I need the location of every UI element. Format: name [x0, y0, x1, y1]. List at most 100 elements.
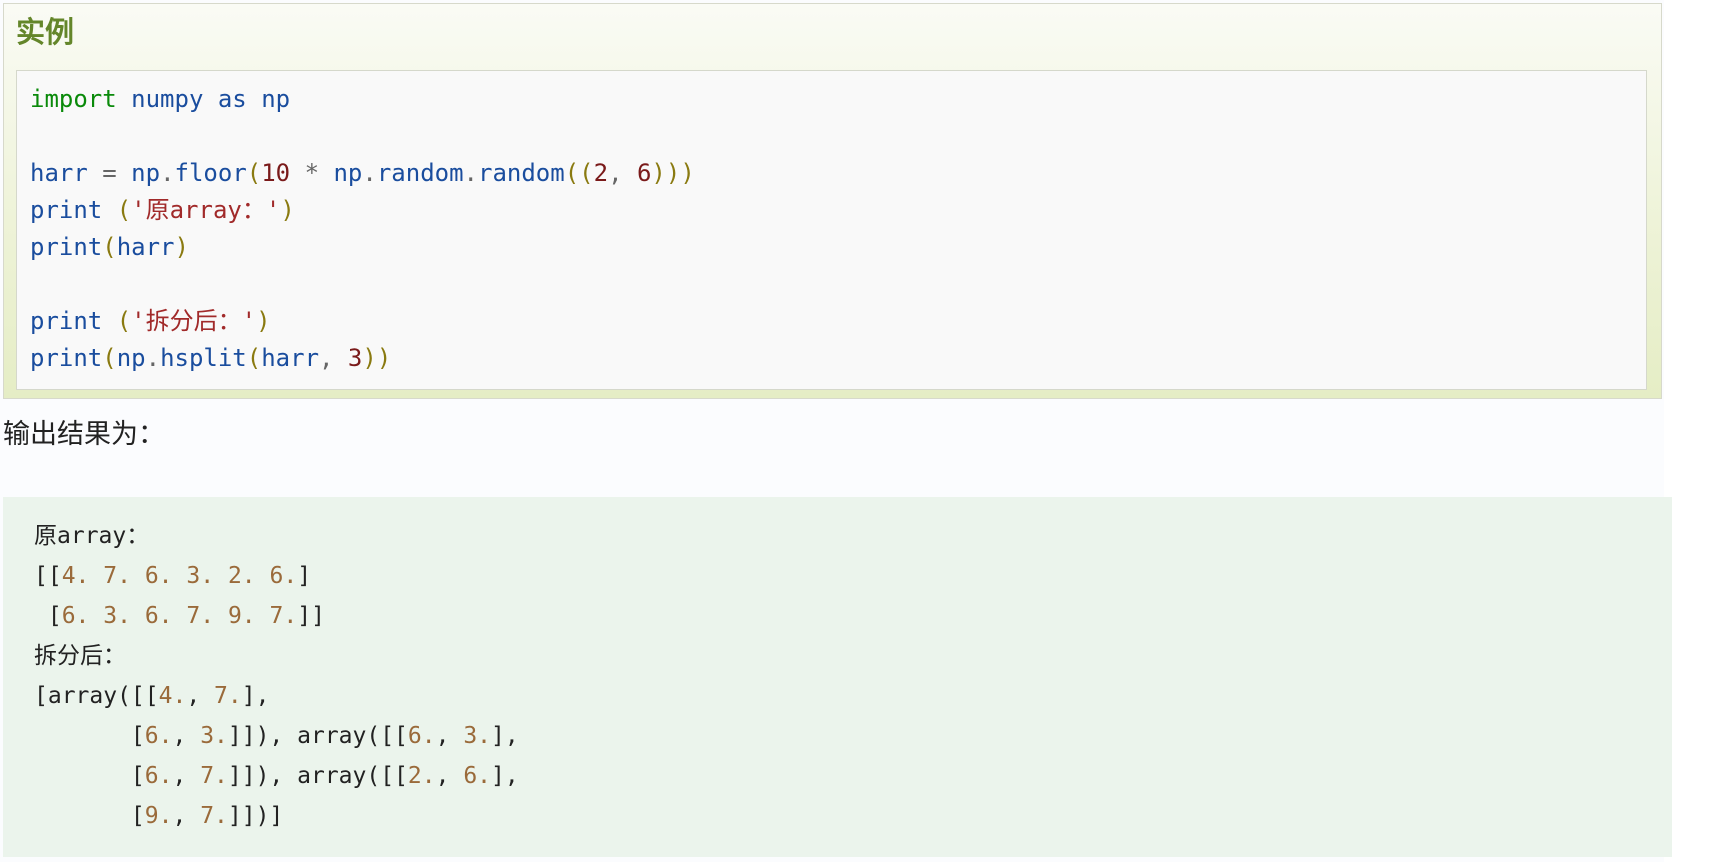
code-token: (	[116, 196, 132, 224]
output-token: 7.	[186, 603, 215, 629]
code-token: print	[30, 233, 103, 261]
output-token: ]]	[297, 603, 325, 629]
code-token: )	[280, 196, 295, 224]
code-line: print ('拆分后：')	[30, 303, 695, 340]
output-token: ],	[241, 683, 270, 709]
output-token: ],	[491, 763, 519, 789]
output-token: [	[34, 723, 145, 749]
output-token: ]]), array([[	[227, 723, 408, 749]
code-token: .	[160, 159, 175, 187]
output-token: 3.	[200, 723, 228, 749]
output-token: 3.	[463, 723, 492, 749]
code-token: numpy	[131, 85, 204, 113]
example-title: 实例	[16, 15, 75, 49]
output-token: 6.	[269, 563, 298, 589]
code-token: )	[174, 233, 189, 261]
code-line: print(harr)	[30, 229, 695, 266]
output-token: 6.	[463, 763, 492, 789]
output-token	[89, 603, 103, 629]
output-token	[131, 603, 145, 629]
output-token: ,	[172, 763, 201, 789]
result-label: 输出结果为：	[3, 419, 165, 450]
output-token	[89, 563, 103, 589]
code-token: '原array：	[131, 196, 266, 224]
code-token: .	[145, 344, 161, 372]
code-token: import	[30, 85, 117, 113]
code-token: '	[265, 196, 281, 224]
output-token: [	[34, 603, 62, 629]
code-token: 10	[261, 159, 291, 187]
code-token: (	[246, 344, 262, 372]
output-token: ,	[435, 763, 464, 789]
code-lines: import numpy as np harr = np.floor(10 * n…	[30, 81, 695, 377]
output-token: ,	[186, 683, 215, 709]
output-token: ]]), array([[	[227, 763, 408, 789]
code-token: hsplit	[160, 344, 247, 372]
code-token: np	[333, 159, 363, 187]
code-token: print	[30, 196, 103, 224]
output-token: ,	[172, 803, 201, 829]
code-token: (	[102, 344, 117, 372]
code-token: floor	[174, 159, 247, 187]
output-token	[173, 603, 187, 629]
code-token: print	[30, 344, 103, 372]
output-token: 3.	[103, 603, 131, 629]
output-token: 7.	[103, 563, 131, 589]
code-token: 3	[347, 344, 363, 372]
output-token: 6.	[144, 723, 173, 749]
code-token: print	[30, 307, 103, 335]
code-token: random	[376, 159, 464, 187]
output-token: 2.	[407, 763, 436, 789]
output-token: [[	[34, 563, 62, 589]
output-token: [	[34, 763, 145, 789]
output-token: 4.	[61, 563, 90, 589]
code-token: ((	[564, 159, 594, 187]
output-token	[131, 563, 145, 589]
output-line: [9., 7.]])]	[34, 796, 519, 836]
output-block[interactable]: 原array： [[4. 7. 6. 3. 2. 6.] [6. 3. 6. 7.…	[3, 497, 1672, 857]
code-line: print(np.hsplit(harr, 3))	[30, 340, 695, 377]
output-token: ,	[435, 723, 464, 749]
code-token: 2	[593, 159, 609, 187]
scrollbar-track[interactable]	[1664, 0, 1731, 862]
output-token: ,	[172, 723, 201, 749]
output-token: [	[34, 803, 145, 829]
output-token: 4.	[158, 683, 187, 709]
output-token	[214, 563, 228, 589]
output-token: 6.	[144, 563, 173, 589]
code-token: harr	[116, 233, 175, 261]
code-block[interactable]: import numpy as np harr = np.floor(10 * n…	[16, 70, 1647, 390]
code-token: random	[478, 159, 565, 187]
output-line: 拆分后：	[34, 636, 519, 676]
code-token: np	[131, 159, 161, 187]
code-token: as	[217, 85, 247, 113]
output-token: 6.	[144, 763, 173, 789]
code-line: import numpy as np	[30, 81, 695, 118]
code-token: (	[102, 233, 117, 261]
code-token: np	[116, 344, 146, 372]
output-token: [array([[	[34, 683, 159, 709]
output-token	[256, 603, 270, 629]
output-token: 7.	[200, 803, 228, 829]
output-line: [6., 3.]]), array([[6., 3.],	[34, 716, 519, 756]
code-token: ))	[362, 344, 392, 372]
code-token: .	[362, 159, 377, 187]
code-token: )))	[651, 159, 695, 187]
output-token: 7.	[200, 763, 228, 789]
code-token: *	[304, 159, 320, 187]
output-token: 7.	[214, 683, 242, 709]
code-line: print ('原array：')	[30, 192, 695, 229]
code-token: '	[241, 307, 257, 335]
output-token: 9.	[144, 803, 173, 829]
output-token: array：	[57, 523, 150, 549]
code-token: np	[261, 85, 291, 113]
